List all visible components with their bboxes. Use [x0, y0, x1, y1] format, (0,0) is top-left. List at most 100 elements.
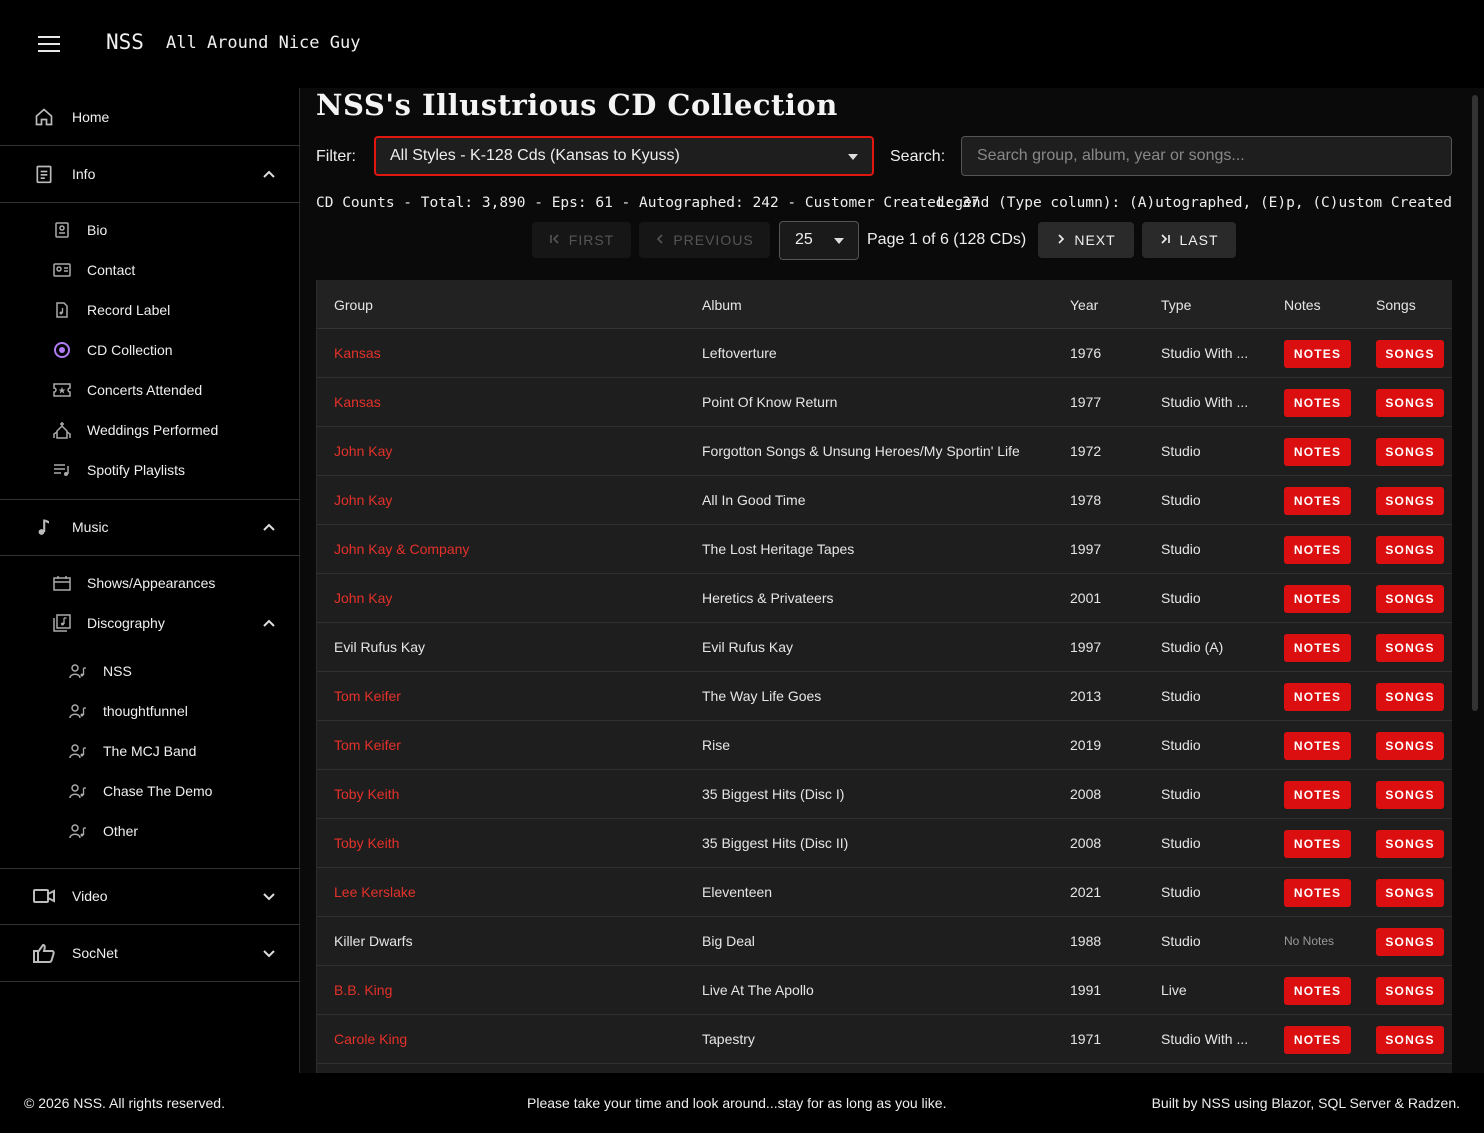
sidebar-item-socnet[interactable]: SocNet — [0, 925, 300, 982]
sidebar-item-label: The MCJ Band — [103, 743, 197, 759]
songs-button[interactable]: SONGS — [1376, 732, 1444, 760]
brand-name[interactable]: NSS — [106, 30, 144, 54]
sidebar-item-record-label[interactable]: Record Label — [0, 290, 300, 330]
notes-button[interactable]: NOTES — [1284, 585, 1351, 613]
songs-button[interactable]: SONGS — [1376, 1026, 1444, 1054]
last-page-button[interactable]: LAST — [1142, 222, 1236, 258]
sidebar-item-nss[interactable]: NSS — [0, 651, 300, 691]
library-music-icon — [52, 613, 72, 633]
songs-button[interactable]: SONGS — [1376, 340, 1444, 368]
playlist-icon — [52, 460, 72, 480]
chevron-down-icon[interactable] — [262, 888, 276, 904]
notes-button[interactable]: NOTES — [1284, 536, 1351, 564]
songs-button[interactable]: SONGS — [1376, 487, 1444, 515]
sidebar-item-chase-the-demo[interactable]: Chase The Demo — [0, 771, 300, 811]
songs-button[interactable]: SONGS — [1376, 585, 1444, 613]
sidebar-item-shows[interactable]: Shows/Appearances — [0, 563, 300, 603]
menu-icon[interactable] — [38, 36, 60, 52]
album-cell: All In Good Time — [702, 492, 806, 508]
chevron-down-icon[interactable] — [262, 945, 276, 961]
sidebar-item-bio[interactable]: Bio — [0, 210, 300, 250]
songs-button[interactable]: SONGS — [1376, 683, 1444, 711]
notes-button[interactable]: NOTES — [1284, 389, 1351, 417]
sidebar-item-label: Music — [72, 519, 109, 535]
year-cell: 2008 — [1070, 786, 1102, 802]
notes-button[interactable]: NOTES — [1284, 487, 1351, 515]
songs-button[interactable]: SONGS — [1376, 830, 1444, 858]
notes-button[interactable]: NOTES — [1284, 781, 1351, 809]
notes-button[interactable]: NOTES — [1284, 830, 1351, 858]
group-cell[interactable]: Lee Kerslake — [334, 884, 416, 900]
sidebar-item-spotify[interactable]: Spotify Playlists — [0, 450, 300, 490]
group-cell[interactable]: B.B. King — [334, 982, 392, 998]
album-cell: The Way Life Goes — [702, 688, 822, 704]
page-size-dropdown[interactable]: 25 — [779, 221, 859, 260]
next-page-button[interactable]: NEXT — [1038, 222, 1134, 258]
column-header-songs[interactable]: Songs — [1376, 297, 1416, 313]
group-cell[interactable]: John Kay & Company — [334, 541, 469, 557]
group-cell[interactable]: Toby Keith — [334, 835, 399, 851]
group-cell[interactable]: Toby Keith — [334, 786, 399, 802]
group-cell[interactable]: Tom Keifer — [334, 737, 401, 753]
songs-button[interactable]: SONGS — [1376, 928, 1444, 956]
songs-button[interactable]: SONGS — [1376, 879, 1444, 907]
chevron-up-icon[interactable] — [262, 519, 276, 535]
first-page-button[interactable]: FIRST — [532, 222, 631, 258]
filter-dropdown[interactable]: All Styles - K-128 Cds (Kansas to Kyuss) — [374, 136, 874, 176]
group-cell[interactable]: Kansas — [334, 345, 381, 361]
column-header-type[interactable]: Type — [1161, 297, 1191, 313]
sidebar-item-music[interactable]: Music — [0, 499, 300, 556]
songs-button[interactable]: SONGS — [1376, 438, 1444, 466]
previous-page-button[interactable]: PREVIOUS — [639, 222, 770, 258]
notes-button[interactable]: NOTES — [1284, 340, 1351, 368]
sidebar-item-discography[interactable]: Discography — [0, 603, 300, 643]
table-row: Kansas Leftoverture 1976 Studio With ... NOT… — [317, 329, 1452, 378]
group-cell[interactable]: Carole King — [334, 1031, 407, 1047]
notes-button[interactable]: NOTES — [1284, 438, 1351, 466]
type-cell: Studio — [1161, 492, 1201, 508]
songs-button[interactable]: SONGS — [1376, 389, 1444, 417]
table-row: Lee Kerslake Eleventeen 2021 Studio NOTES SON… — [317, 868, 1452, 917]
sidebar-item-home[interactable]: Home — [0, 89, 300, 146]
songs-button[interactable]: SONGS — [1376, 634, 1444, 662]
sidebar-item-concerts[interactable]: Concerts Attended — [0, 370, 300, 410]
sidebar-item-label: SocNet — [72, 945, 118, 961]
sidebar-item-cd-collection[interactable]: CD Collection — [0, 330, 300, 370]
songs-button[interactable]: SONGS — [1376, 536, 1444, 564]
group-cell[interactable]: John Kay — [334, 492, 392, 508]
sidebar-item-other[interactable]: Other — [0, 811, 300, 851]
group-cell[interactable]: John Kay — [334, 590, 392, 606]
year-cell: 1997 — [1070, 639, 1102, 655]
sidebar-item-video[interactable]: Video — [0, 868, 300, 925]
notes-button[interactable]: NOTES — [1284, 732, 1351, 760]
search-input[interactable] — [961, 136, 1452, 176]
sidebar-item-weddings[interactable]: Weddings Performed — [0, 410, 300, 450]
songs-button[interactable]: SONGS — [1376, 977, 1444, 1005]
page-scrollbar[interactable] — [1472, 95, 1478, 711]
notes-button[interactable]: NOTES — [1284, 1026, 1351, 1054]
notes-button[interactable]: NOTES — [1284, 977, 1351, 1005]
group-cell[interactable]: John Kay — [334, 443, 392, 459]
sidebar-item-label: thoughtfunnel — [103, 703, 188, 719]
sidebar-item-info[interactable]: Info — [0, 146, 300, 203]
songs-button[interactable]: SONGS — [1376, 781, 1444, 809]
group-cell[interactable]: Kansas — [334, 394, 381, 410]
column-header-notes[interactable]: Notes — [1284, 297, 1321, 313]
album-cell: 35 Biggest Hits (Disc II) — [702, 835, 849, 851]
no-notes-text: No Notes — [1284, 934, 1335, 948]
column-header-album[interactable]: Album — [702, 297, 742, 313]
chevron-up-icon[interactable] — [262, 615, 276, 631]
column-header-year[interactable]: Year — [1070, 297, 1098, 313]
column-header-group[interactable]: Group — [334, 297, 373, 313]
sidebar-item-contact[interactable]: Contact — [0, 250, 300, 290]
sidebar-item-thoughtfunnel[interactable]: thoughtfunnel — [0, 691, 300, 731]
table-row: John Kay Heretics & Privateers 2001 Studio N… — [317, 574, 1452, 623]
album-cell: Evil Rufus Kay — [702, 639, 794, 655]
notes-button[interactable]: NOTES — [1284, 879, 1351, 907]
group-cell[interactable]: Tom Keifer — [334, 688, 401, 704]
notes-button[interactable]: NOTES — [1284, 634, 1351, 662]
notes-button[interactable]: NOTES — [1284, 683, 1351, 711]
chevron-up-icon[interactable] — [262, 166, 276, 182]
table-row: John Kay Forgotton Songs & Unsung Heroes/… — [317, 427, 1452, 476]
sidebar-item-mcj-band[interactable]: The MCJ Band — [0, 731, 300, 771]
